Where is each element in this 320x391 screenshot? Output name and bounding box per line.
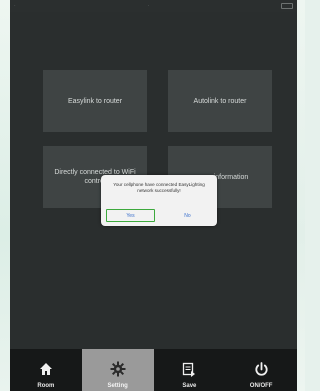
no-button[interactable]: No [163,209,212,222]
background-left [0,0,10,391]
connection-success-dialog: Your cellphone have connected EasyLighti… [101,175,217,226]
tab-on-off[interactable]: ON/OFF [225,349,297,391]
tile-label: Autolink to router [193,97,247,105]
home-icon [39,359,53,379]
status-bar: · · [10,0,297,12]
power-icon [254,359,269,379]
battery-icon [281,3,293,9]
status-center: · [147,3,150,9]
tab-room[interactable]: Room [10,349,82,391]
gear-icon [110,359,126,379]
easylink-to-router-button[interactable]: Easylink to router [43,70,147,132]
autolink-to-router-button[interactable]: Autolink to router [168,70,272,132]
tab-label: Save [182,383,197,389]
bottom-tab-bar: Room Setting Save ON/OFF [10,349,297,391]
background-right [297,0,305,391]
tile-label: Easylink to router [67,97,123,105]
tab-setting[interactable]: Setting [81,349,154,391]
dialog-message: Your cellphone have connected EasyLighti… [113,182,205,193]
app-screen: · · Easylink to router Autolink to route… [10,0,297,391]
yes-button[interactable]: Yes [106,209,155,222]
tab-label: Setting [107,383,128,389]
status-left: · [14,3,16,9]
settings-panel: Easylink to router Autolink to router Di… [10,12,297,349]
tab-save[interactable]: Save [154,349,226,391]
tab-label: ON/OFF [249,383,273,389]
tab-label: Room [37,383,55,389]
save-icon [182,359,196,379]
